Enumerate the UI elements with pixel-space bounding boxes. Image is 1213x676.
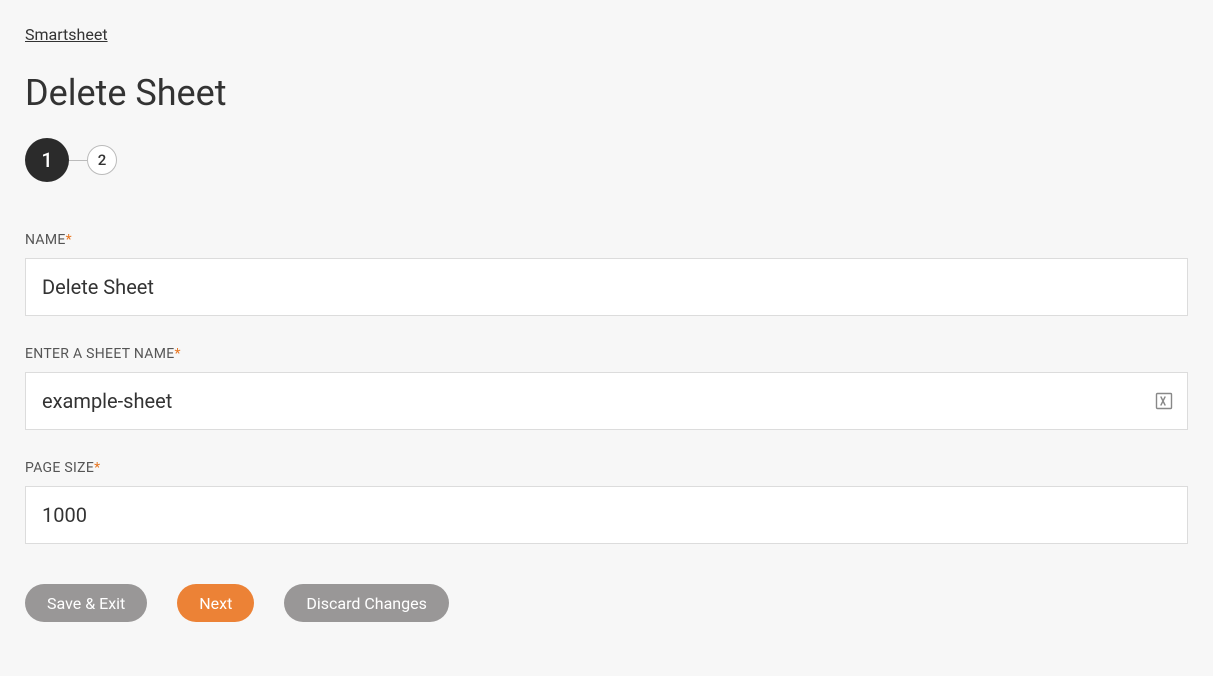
button-row: Save & Exit Next Discard Changes — [25, 584, 1188, 622]
page-title: Delete Sheet — [25, 72, 1188, 114]
breadcrumb-link-smartsheet[interactable]: Smartsheet — [25, 25, 108, 44]
page-size-input[interactable] — [25, 486, 1188, 544]
page-size-label-text: PAGE SIZE — [25, 460, 94, 476]
stepper-step-1[interactable]: 1 — [25, 138, 69, 182]
required-mark: * — [94, 460, 100, 476]
form-group-sheet-name: ENTER A SHEET NAME* — [25, 346, 1188, 430]
page-size-label: PAGE SIZE* — [25, 460, 1188, 476]
sheet-name-label: ENTER A SHEET NAME* — [25, 346, 1188, 362]
form-group-name: NAME* — [25, 232, 1188, 316]
stepper-step-2[interactable]: 2 — [87, 145, 117, 175]
discard-changes-button[interactable]: Discard Changes — [284, 584, 448, 622]
stepper-connector — [69, 160, 87, 161]
form-group-page-size: PAGE SIZE* — [25, 460, 1188, 544]
next-button[interactable]: Next — [177, 584, 254, 622]
save-exit-button[interactable]: Save & Exit — [25, 584, 147, 622]
required-mark: * — [175, 346, 181, 362]
stepper: 1 2 — [25, 138, 1188, 182]
sheet-name-input[interactable] — [25, 372, 1188, 430]
required-mark: * — [66, 232, 72, 248]
name-label-text: NAME — [25, 232, 66, 248]
name-label: NAME* — [25, 232, 1188, 248]
name-input[interactable] — [25, 258, 1188, 316]
sheet-name-label-text: ENTER A SHEET NAME — [25, 346, 175, 362]
